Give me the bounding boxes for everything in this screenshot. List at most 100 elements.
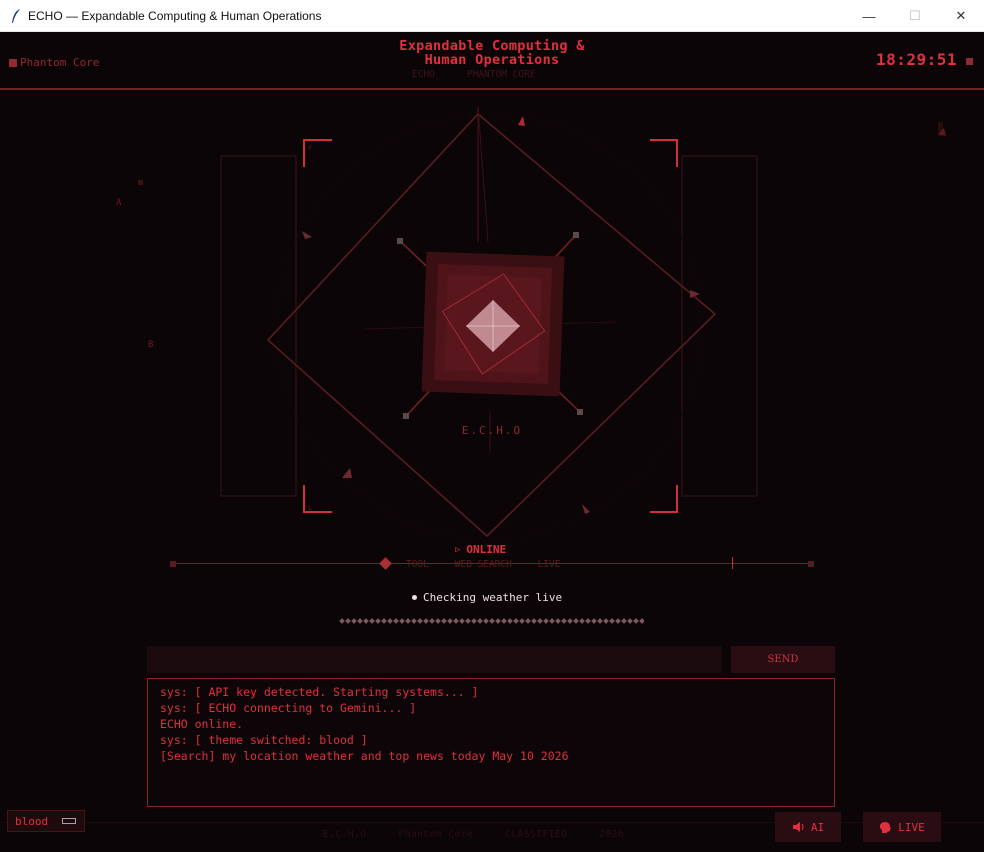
- side-label-b: B: [148, 340, 154, 350]
- wave-dot: [417, 618, 423, 624]
- side-label-a: A: [116, 198, 122, 208]
- wave-dot: [519, 618, 525, 624]
- wave-dot: [567, 618, 573, 624]
- wave-dot: [363, 618, 369, 624]
- live-label: LIVE: [898, 820, 925, 834]
- tab-echo: ECHO: [412, 69, 435, 80]
- wave-dot: [477, 618, 483, 624]
- right-side-panel: [681, 155, 758, 497]
- wave-dot: [387, 618, 393, 624]
- wave-dot: [429, 618, 435, 624]
- wave-dot: [411, 618, 417, 624]
- wave-dot: [549, 618, 555, 624]
- tab-phantom-core: PHANTOM CORE: [466, 69, 536, 80]
- status-text: ONLINE: [466, 543, 507, 556]
- header-tabs: ECHO PHANTOM CORE: [412, 69, 536, 80]
- wave-dot: [543, 618, 549, 624]
- wave-dot: [585, 618, 591, 624]
- wave-dot: [423, 618, 429, 624]
- wave-dot: [627, 618, 633, 624]
- wave-dot: [465, 618, 471, 624]
- wave-dot: [351, 618, 357, 624]
- play-icon: ▷: [455, 544, 461, 555]
- log-line: ECHO online.: [160, 717, 244, 731]
- wave-dot: [489, 618, 495, 624]
- wave-dot: [405, 618, 411, 624]
- wave-dot: [375, 618, 381, 624]
- bracket-label-tl: F: [308, 144, 312, 152]
- wave-dot: [525, 618, 531, 624]
- wave-dot: [447, 618, 453, 624]
- bracket-top-right: [650, 139, 678, 167]
- toggle-icon: [62, 818, 77, 824]
- core-label: E.C.H.O: [462, 424, 522, 437]
- head-icon: [880, 821, 892, 833]
- speaker-icon: [792, 822, 804, 832]
- wave-dot: [441, 618, 447, 624]
- bracket-label-bl: L: [308, 504, 312, 512]
- wave-dot: [507, 618, 513, 624]
- wave-dot: [609, 618, 615, 624]
- hud-visualizer: E.C.H.O F L A B: [0, 92, 984, 572]
- live-button[interactable]: LIVE: [863, 812, 941, 842]
- window-title: ECHO — Expandable Computing & Human Oper…: [28, 9, 322, 23]
- feather-icon: [12, 9, 20, 23]
- theme-label: blood: [15, 814, 49, 828]
- wave-dot: [435, 618, 441, 624]
- wave-dot: [381, 618, 387, 624]
- ai-label: AI: [810, 820, 825, 834]
- app-root: Phantom Core Expandable Computing & Huma…: [0, 32, 984, 852]
- maximize-button[interactable]: ☐: [892, 0, 938, 32]
- minimize-button[interactable]: —: [846, 0, 892, 32]
- wave-dot: [621, 618, 627, 624]
- bracket-bottom-right: [650, 485, 678, 513]
- page-title: Expandable Computing & Human Operations: [342, 39, 642, 67]
- wave-dot: [393, 618, 399, 624]
- mode-tag-live: LIVE: [537, 559, 561, 570]
- wave-dot: [495, 618, 501, 624]
- ai-button[interactable]: AI: [775, 812, 841, 842]
- mode-tag-tool: TOOL: [406, 559, 429, 570]
- log-line: sys: [ ECHO connecting to Gemini... ]: [160, 701, 417, 715]
- wave-dot: [579, 618, 585, 624]
- wave-dot: [369, 618, 375, 624]
- wave-dot: [459, 618, 465, 624]
- chat-log[interactable]: sys: [ API key detected. Starting system…: [147, 678, 835, 807]
- wave-dot: [591, 618, 597, 624]
- wave-dot: [345, 618, 351, 624]
- wave-dot: [471, 618, 477, 624]
- send-button[interactable]: SEND: [731, 646, 835, 673]
- wave-dot: [573, 618, 579, 624]
- title-line-1: Expandable Computing &: [399, 38, 585, 54]
- header: Phantom Core Expandable Computing & Huma…: [0, 32, 984, 90]
- wave-dot: [339, 618, 345, 624]
- log-line: [Search] my location weather and top new…: [160, 749, 569, 763]
- side-marker-a: [138, 180, 143, 185]
- wave-dot: [561, 618, 567, 624]
- log-line: sys: [ theme switched: blood ]: [160, 733, 368, 747]
- close-button[interactable]: ✕: [938, 0, 984, 32]
- wave-dot: [399, 618, 405, 624]
- hud-graphic: E.C.H.O F L: [138, 105, 946, 540]
- track-marker-icon: [379, 557, 392, 570]
- brand-label: Phantom Core: [20, 56, 100, 69]
- waveform: [339, 618, 644, 624]
- mode-tag-web-search: WEB SEARCH: [454, 559, 512, 570]
- wave-dot: [513, 618, 519, 624]
- theme-switcher[interactable]: blood: [7, 810, 85, 832]
- status-indicator: ▷ ONLINE: [455, 543, 506, 556]
- wave-dot: [633, 618, 639, 624]
- wave-dot: [603, 618, 609, 624]
- wave-dot: [453, 618, 459, 624]
- wave-dot: [615, 618, 621, 624]
- command-input[interactable]: [147, 646, 722, 673]
- activity-text: Checking weather live: [423, 591, 563, 604]
- wave-dot: [597, 618, 603, 624]
- footer-meta: E.C.H.O Phantom Core CLASSIFIED 2026: [323, 829, 625, 840]
- brand-square-icon: [9, 58, 17, 67]
- clock-square-icon: [966, 58, 973, 65]
- title-line-2: Human Operations: [424, 52, 560, 68]
- wave-dot: [531, 618, 537, 624]
- wave-dot: [501, 618, 507, 624]
- wave-dot: [555, 618, 561, 624]
